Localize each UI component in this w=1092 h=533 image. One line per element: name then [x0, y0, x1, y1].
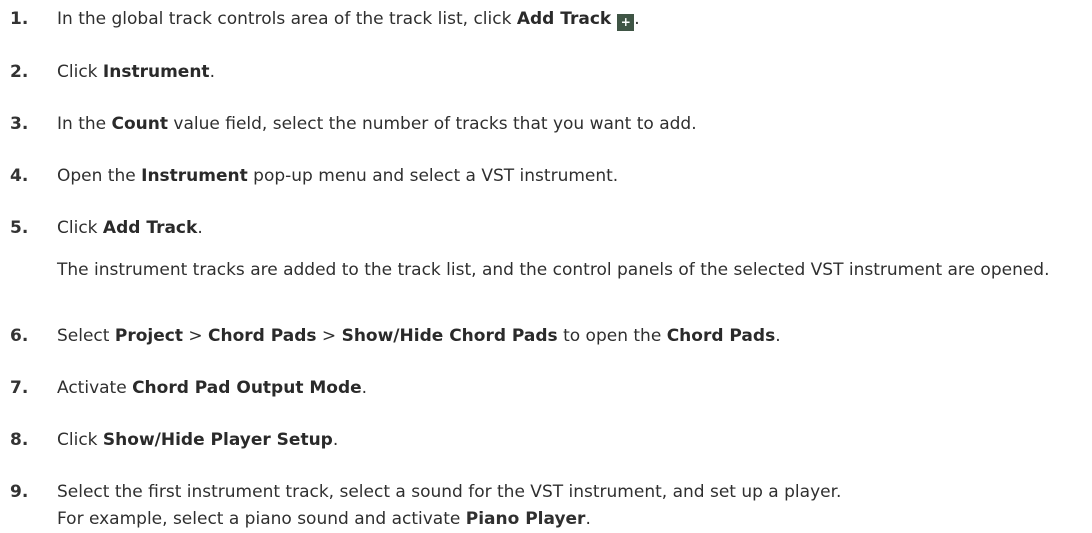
step-text-part: In the — [57, 114, 112, 134]
ui-term: Instrument — [102, 62, 210, 82]
step-text: In the global track controls area of the… — [57, 7, 1088, 31]
step-text-part: Activate — [57, 378, 133, 398]
ui-term: Chord Pads — [208, 326, 317, 346]
step-text-part: > — [182, 326, 209, 346]
step-text-part: > — [316, 326, 342, 346]
step-text-part: . — [585, 509, 591, 529]
step-result-note: The instrument tracks are added to the t… — [57, 260, 1050, 280]
step-text: Select the first instrument track, selec… — [57, 482, 842, 502]
step-text-part: value field, select the number of tracks… — [168, 114, 697, 134]
step-text-part: . — [332, 430, 339, 450]
ui-term: Piano Player — [465, 509, 586, 529]
step-text-part: Click — [57, 62, 103, 82]
step-text-part: Click — [57, 218, 103, 238]
step-text: Open the Instrument pop-up menu and sele… — [57, 164, 1088, 188]
ui-term: Show/Hide Player Setup — [102, 430, 333, 450]
step-text: Click Instrument. — [57, 60, 1088, 84]
step-text: Select Project > Chord Pads > Show/Hide … — [57, 324, 1088, 348]
step-example-note: For example, select a piano sound and ac… — [57, 505, 1088, 533]
step-number: 2. — [10, 62, 29, 82]
step-number: 9. — [10, 482, 29, 502]
step-text-part: to open the — [557, 326, 667, 346]
step-number: 4. — [10, 166, 29, 186]
step-number: 8. — [10, 430, 29, 450]
instruction-steps: 1. In the global track controls area of … — [0, 0, 1092, 529]
ui-term: Show/Hide Chord Pads — [341, 326, 558, 346]
ui-term: Instrument — [141, 166, 248, 186]
add-track-icon: + — [617, 14, 635, 31]
step-number: 1. — [10, 9, 29, 29]
step-number: 6. — [10, 326, 29, 346]
ui-term: Chord Pad Output Mode — [132, 378, 362, 398]
step-number: 5. — [10, 218, 29, 238]
ui-term: Project — [114, 326, 183, 346]
step-text-part: . — [361, 378, 368, 398]
step-text-part: . — [634, 9, 640, 29]
step-text-part: Click — [57, 430, 103, 450]
step-text: Click Show/Hide Player Setup. — [57, 428, 1088, 452]
step-text-part: In the global track controls area of the… — [57, 9, 517, 29]
ui-term: Add Track — [516, 9, 612, 29]
step-text: Click Add Track. — [57, 216, 1088, 240]
step-number: 7. — [10, 378, 29, 398]
step-text-part: . — [197, 218, 203, 238]
step-text-part: Select — [57, 326, 115, 346]
step-text-part: . — [775, 326, 781, 346]
step-text: Activate Chord Pad Output Mode. — [57, 376, 1088, 400]
step-text: In the Count value field, select the num… — [57, 112, 1088, 136]
step-text-part: pop-up menu and select a VST instrument. — [247, 166, 619, 186]
step-text-part: . — [209, 62, 215, 82]
ui-term: Count — [111, 114, 169, 134]
ui-term: Chord Pads — [666, 326, 776, 346]
step-number: 3. — [10, 114, 29, 134]
ui-term: Add Track — [102, 218, 198, 238]
step-text-part: For example, select a piano sound and ac… — [57, 509, 466, 529]
step-text-part: Open the — [57, 166, 142, 186]
